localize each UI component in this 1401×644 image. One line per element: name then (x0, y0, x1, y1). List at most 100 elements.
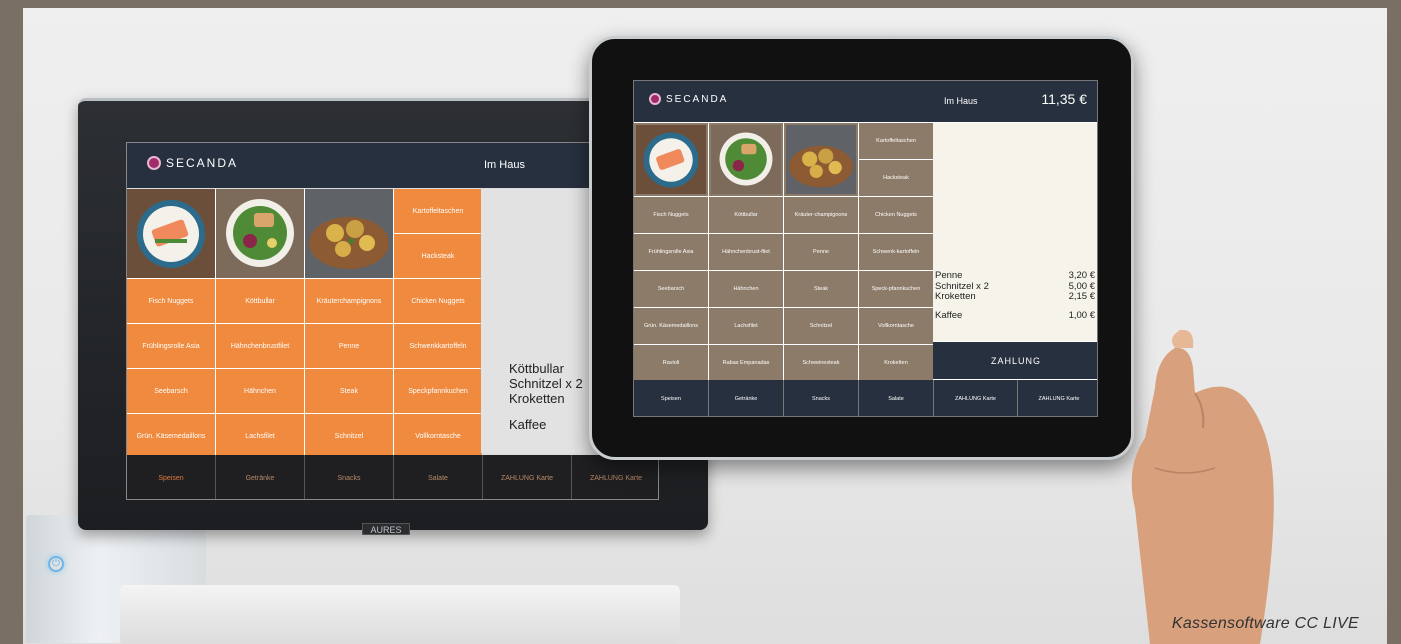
potatoes-icon (786, 124, 856, 195)
product-button[interactable]: Steak (305, 369, 393, 413)
order-item: Penne (935, 270, 963, 281)
product-button[interactable]: Schwenk-kartoffeln (859, 234, 933, 270)
monitor-base (120, 585, 680, 644)
product-button[interactable]: Schweinesteak (784, 345, 858, 381)
category-tab[interactable]: Speisen (127, 455, 215, 499)
power-icon: ⏻ (48, 556, 64, 572)
salad-bowl-image[interactable] (709, 123, 783, 196)
order-line: Penne 3,20 € (935, 270, 1095, 282)
product-button[interactable]: Lachsfilet (709, 308, 783, 344)
secanda-logo: SECANDA (147, 156, 238, 170)
product-button[interactable]: Seebarsch (127, 369, 215, 413)
product-button[interactable]: Kartoffeltaschen (394, 189, 482, 233)
pay-card-button[interactable]: ZAHLUNG Karte (1018, 380, 1097, 416)
potatoes-icon (305, 189, 393, 278)
service-mode: Im Haus (484, 159, 525, 171)
order-item: Kaffee (509, 417, 547, 432)
order-item: Kaffee (935, 309, 963, 321)
category-bar: Speisen Getränke Snacks Salate ZAHLUNG K… (127, 455, 658, 499)
product-button[interactable]: Speckpfannkuchen (394, 369, 482, 413)
category-tab[interactable]: Getränke (709, 380, 783, 416)
hardware-brand-label: AURES (362, 523, 410, 535)
salmon-dish-image[interactable] (634, 123, 708, 196)
product-button[interactable]: Vollkorntasche (859, 308, 933, 344)
order-item: Kroketten (935, 291, 976, 302)
roast-potatoes-image[interactable] (784, 123, 858, 196)
salmon-dish-image[interactable] (127, 189, 215, 278)
product-button[interactable]: Steak (784, 271, 858, 307)
order-price: 3,20 € (1068, 270, 1095, 281)
product-button[interactable]: Köttbullar (216, 279, 304, 323)
pay-card-button[interactable]: ZAHLUNG Karte (572, 455, 658, 499)
product-button[interactable]: Hacksteak (859, 160, 933, 196)
logo-text: SECANDA (666, 93, 729, 105)
product-button[interactable]: Schnitzel (784, 308, 858, 344)
product-button[interactable]: Penne (784, 234, 858, 270)
category-bar: Speisen Getränke Snacks Salate ZAHLUNG K… (634, 380, 1097, 416)
order-item: Kroketten (509, 391, 565, 406)
product-button[interactable]: Fisch Nuggets (634, 197, 708, 233)
product-button[interactable]: Kroketten (859, 345, 933, 381)
pay-card-button[interactable]: ZAHLUNG Karte (483, 455, 571, 499)
salmon-dish-icon (127, 189, 215, 278)
product-button[interactable]: Chicken Nuggets (859, 197, 933, 233)
monitor-header: SECANDA Im Haus (127, 143, 658, 188)
order-list: Köttbullar Schnitzel x 2 Kroketten Kaffe… (509, 361, 583, 432)
product-button[interactable]: Lachsfilet (216, 414, 304, 458)
product-button[interactable]: Hähnchen (709, 271, 783, 307)
product-button[interactable]: Kartoffeltaschen (859, 123, 933, 159)
order-list: Penne 3,20 € Schnitzel x 2 5,00 € Krokette… (935, 270, 1095, 322)
product-button[interactable]: Rabas Empanadas (709, 345, 783, 381)
order-total: 11,35 € (1041, 91, 1087, 107)
pay-button[interactable]: ZAHLUNG (933, 342, 1097, 379)
salad-bowl-icon (711, 124, 781, 195)
salmon-dish-icon (636, 124, 706, 195)
product-button[interactable]: Penne (305, 324, 393, 368)
product-button[interactable]: Kräuterchampignons (305, 279, 393, 323)
category-tab[interactable]: Snacks (784, 380, 858, 416)
category-tab[interactable]: Salate (394, 455, 482, 499)
product-button[interactable]: Grün. Käsemedaillons (127, 414, 215, 458)
order-price: 1,00 € (1068, 309, 1095, 321)
service-mode: Im Haus (944, 96, 978, 106)
order-item: Köttbullar (509, 361, 564, 376)
product-button[interactable]: Fisch Nuggets (127, 279, 215, 323)
product-button[interactable]: Speck-pfannkuchen (859, 271, 933, 307)
order-price: 2,15 € (1068, 291, 1095, 302)
category-tab[interactable]: Salate (859, 380, 933, 416)
product-button[interactable]: Frühlingsrolle Asia (127, 324, 215, 368)
logo-mark-icon (649, 93, 661, 105)
product-button[interactable]: Vollkorntasche (394, 414, 482, 458)
product-button[interactable]: Seebarsch (634, 271, 708, 307)
category-tab[interactable]: Snacks (305, 455, 393, 499)
product-button[interactable]: Grün. Käsemedaillons (634, 308, 708, 344)
order-line: Kaffee 1,00 € (935, 309, 1095, 322)
category-tab[interactable]: Speisen (634, 380, 708, 416)
monitor-screen: SECANDA Im Haus Kartoffeltaschen Hackste… (126, 142, 659, 500)
product-button[interactable]: Chicken Nuggets (394, 279, 482, 323)
product-button[interactable]: Köttbullar (709, 197, 783, 233)
product-button[interactable]: Schwenkkartoffeln (394, 324, 482, 368)
hand-holding-tablet (1131, 329, 1274, 644)
salad-bowl-icon (216, 189, 304, 278)
pay-card-button[interactable]: ZAHLUNG Karte (934, 380, 1017, 416)
logo-text: SECANDA (166, 156, 239, 170)
product-button[interactable]: Hähnchenbrust-filet (709, 234, 783, 270)
tablet-product-grid: Kartoffeltaschen Hacksteak Fisch Nuggets… (634, 123, 933, 381)
product-button[interactable]: Kräuter-champignons (784, 197, 858, 233)
order-item: Schnitzel x 2 (509, 376, 583, 391)
salad-bowl-image[interactable] (216, 189, 304, 278)
product-button[interactable]: Hähnchen (216, 369, 304, 413)
product-button[interactable]: Schnitzel (305, 414, 393, 458)
product-button[interactable]: Frühlingsrolle Asia (634, 234, 708, 270)
tablet-screen: SECANDA Im Haus 11,35 € Kartoffeltaschen… (633, 80, 1098, 417)
product-button[interactable]: Hacksteak (394, 234, 482, 278)
logo-mark-icon (147, 156, 161, 170)
category-tab[interactable]: Getränke (216, 455, 304, 499)
monitor-product-grid: Kartoffeltaschen Hacksteak Fisch Nuggets… (127, 189, 482, 458)
product-button[interactable]: Hähnchenbrustfilet (216, 324, 304, 368)
roast-potatoes-image[interactable] (305, 189, 393, 278)
photo-caption: Kassensoftware CC LIVE (1171, 615, 1359, 632)
product-button[interactable]: Ravioli (634, 345, 708, 381)
tablet-header: SECANDA Im Haus 11,35 € (634, 81, 1097, 122)
